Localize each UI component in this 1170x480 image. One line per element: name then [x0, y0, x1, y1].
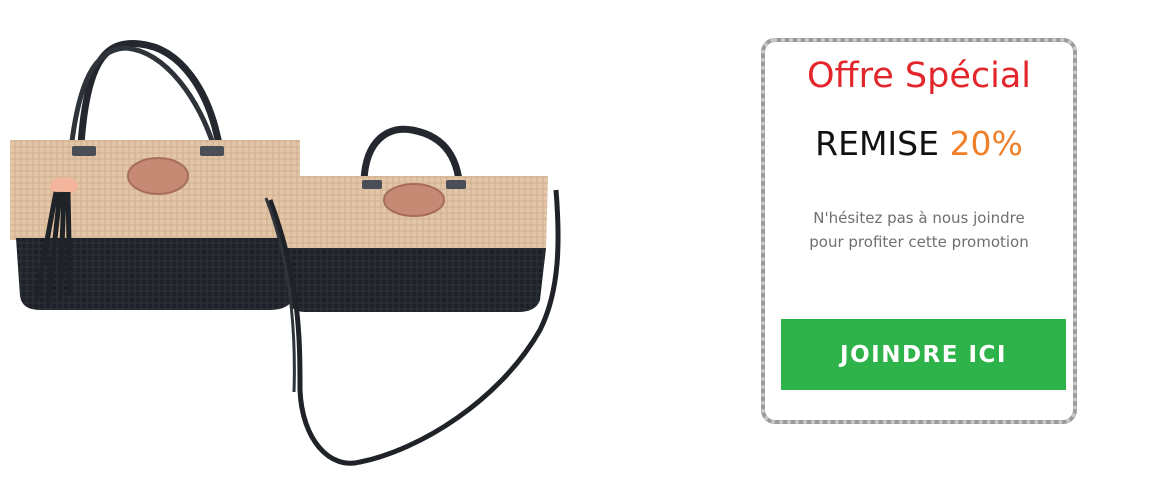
promo-discount: REMISE 20% — [765, 124, 1073, 163]
promo-text-line1: N'hésitez pas à nous joindre — [813, 209, 1025, 227]
promo-text-line2: pour profiter cette promotion — [809, 233, 1029, 251]
large-bag — [10, 140, 300, 310]
discount-label: REMISE — [815, 124, 939, 163]
promo-card: Offre Spécial REMISE 20% N'hésitez pas à… — [761, 38, 1077, 424]
promo-description: N'hésitez pas à nous joindre pour profit… — [775, 206, 1063, 254]
promo-title: Offre Spécial — [806, 56, 1032, 96]
discount-value: 20% — [949, 124, 1023, 163]
product-image — [0, 30, 580, 470]
small-bag — [278, 176, 548, 312]
join-button[interactable]: JOINDRE ICI — [781, 319, 1066, 390]
